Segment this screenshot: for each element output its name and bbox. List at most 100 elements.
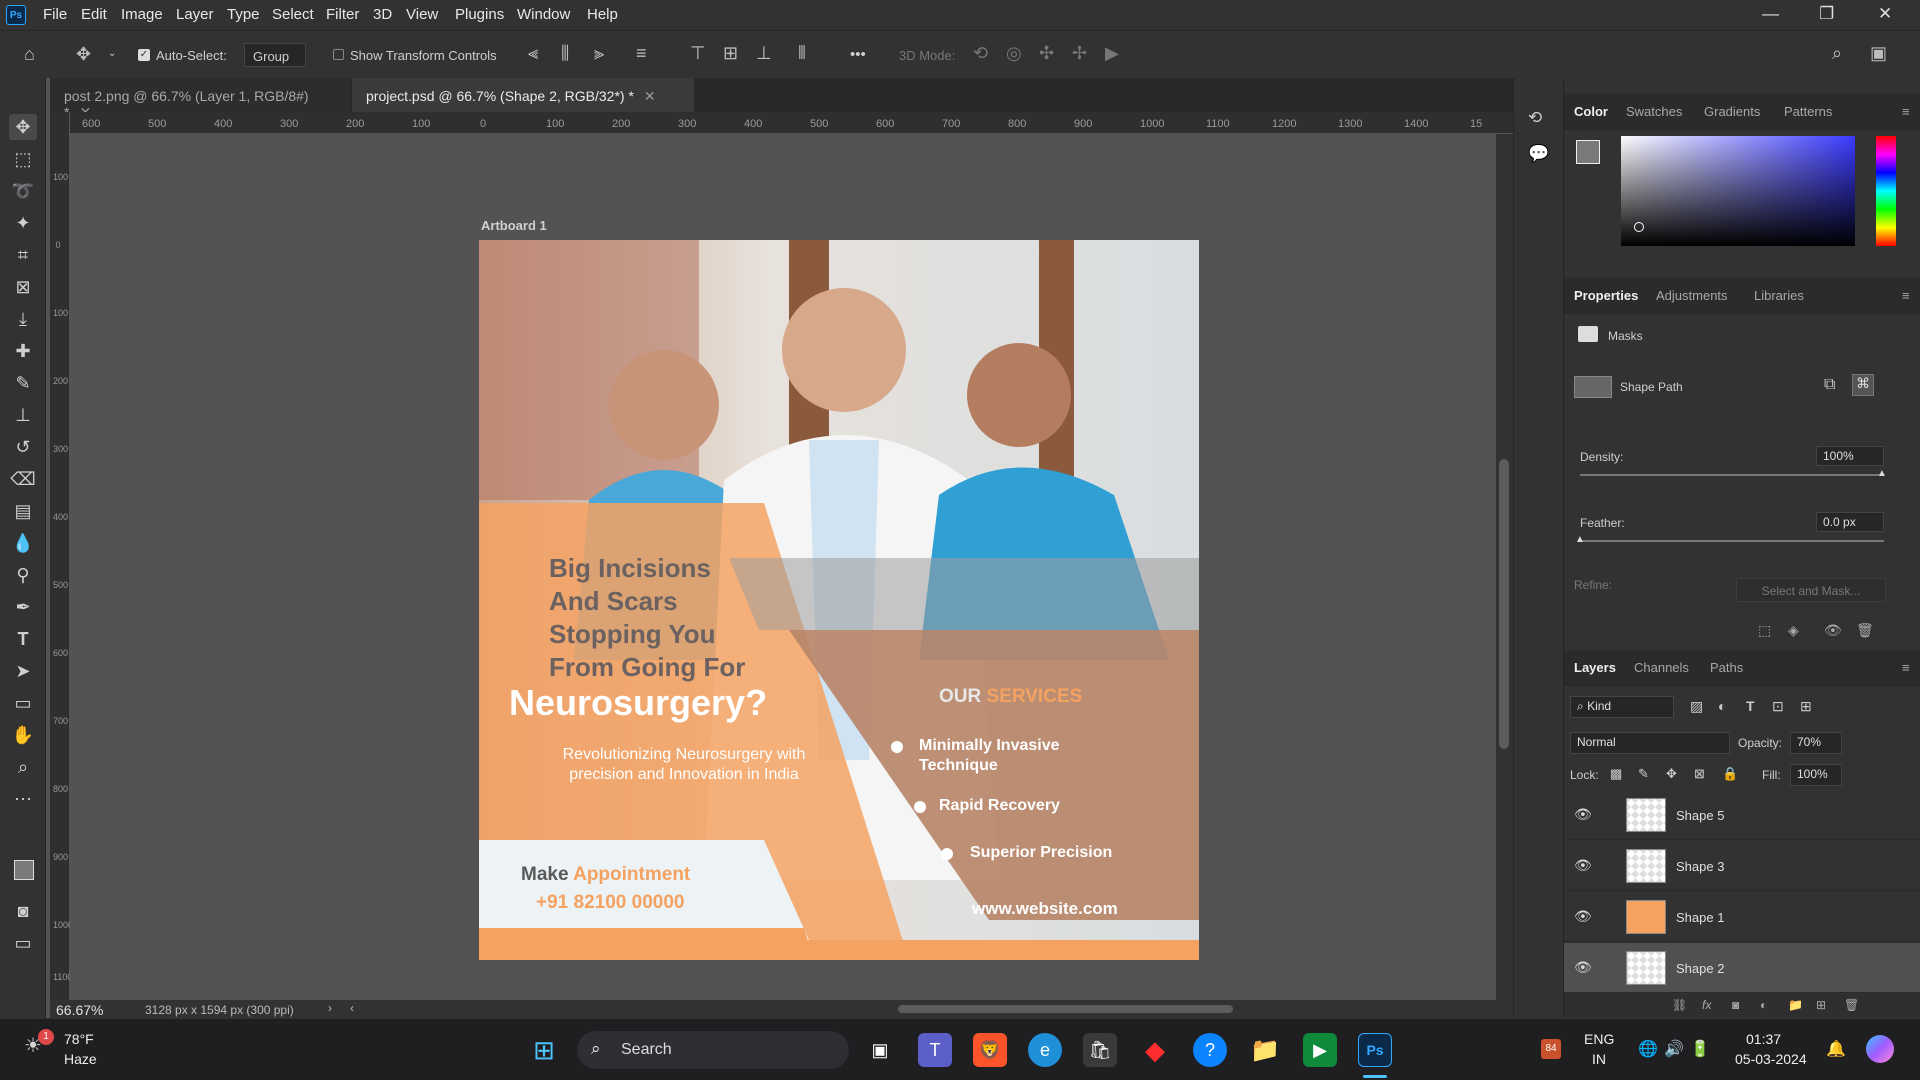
lock-all-icon[interactable]: 🔒 [1722,766,1738,782]
apply-mask-icon[interactable]: ◈ [1788,622,1799,639]
minimize-button[interactable]: — [1762,4,1779,24]
anydesk-icon[interactable]: ◆ [1138,1033,1172,1067]
healing-brush-icon[interactable]: ✚ [9,338,37,364]
filter-pixel-icon[interactable]: ▨ [1690,698,1703,715]
panel-menu-icon[interactable]: ≡ [1902,288,1910,303]
fx-icon[interactable]: fx [1702,998,1711,1012]
tab-adjustments[interactable]: Adjustments [1656,288,1728,303]
lang-b[interactable]: IN [1592,1051,1606,1067]
add-mask-icon[interactable]: ⧉ [1824,376,1835,394]
home-icon[interactable]: ⌂ [24,44,35,65]
menu-window[interactable]: Window [517,6,570,23]
artboard[interactable]: Big Incisions And Scars Stopping You Fro… [479,240,1199,960]
frame-tool-icon[interactable]: ⊠ [9,274,37,300]
quick-mask-icon[interactable]: ◙ [9,898,37,924]
eyedropper-icon[interactable]: ⤓ [9,306,37,332]
density-field[interactable]: 100% [1816,446,1884,466]
menu-layer[interactable]: Layer [176,6,214,23]
menu-file[interactable]: File [43,6,67,23]
group-icon[interactable]: 📁 [1788,998,1803,1012]
tab-paths[interactable]: Paths [1710,660,1743,675]
density-slider[interactable] [1580,474,1884,476]
shape-path-thumb[interactable] [1574,376,1612,398]
rectangle-tool-icon[interactable]: ▭ [9,690,37,716]
scroll-thumb[interactable] [1499,459,1509,749]
tab-project[interactable]: project.psd @ 66.7% (Shape 2, RGB/32*) *… [352,78,694,112]
help-icon[interactable]: ? [1193,1033,1227,1067]
history-brush-icon[interactable]: ↺ [9,434,37,460]
move-tool-icon[interactable]: ✥ [9,114,37,140]
menu-filter[interactable]: Filter [326,6,359,23]
trash-icon[interactable]: 🗑 [1844,998,1859,1012]
filter-shape-icon[interactable]: ⊡ [1772,698,1784,715]
lock-transparent-icon[interactable]: ▩ [1610,766,1622,782]
distribute-vertical-icon[interactable]: ⦀ [798,43,806,64]
panel-menu-icon[interactable]: ≡ [1902,660,1910,675]
menu-select[interactable]: Select [272,6,314,23]
clock-date[interactable]: 05-03-2024 [1735,1051,1807,1067]
chevron-down-icon[interactable]: ⌄ [108,48,116,59]
auto-select-checkbox[interactable]: ✓ [138,49,150,61]
layer-name[interactable]: Shape 1 [1676,910,1724,925]
crop-tool-icon[interactable]: ⌗ [9,242,37,268]
load-selection-icon[interactable]: ⬚ [1758,622,1771,639]
menu-3d[interactable]: 3D [373,6,392,23]
weather-desc[interactable]: Haze [64,1051,97,1067]
lasso-tool-icon[interactable]: ➰ [9,178,37,204]
layer-row-selected[interactable]: 👁 Shape 2 [1564,943,1920,993]
color-field[interactable] [1621,136,1855,246]
opacity-field[interactable]: 70% [1790,732,1842,754]
visibility-icon[interactable]: 👁 [1574,806,1592,823]
menu-help[interactable]: Help [587,6,618,23]
dodge-tool-icon[interactable]: ⚲ [9,562,37,588]
file-explorer-icon[interactable]: 📁 [1248,1033,1282,1067]
teams-icon[interactable]: T [918,1033,952,1067]
blend-mode-dropdown[interactable]: Normal [1570,732,1730,754]
gradient-tool-icon[interactable]: ▤ [9,498,37,524]
link-layers-icon[interactable]: ⛓ [1672,998,1687,1012]
vector-mask-icon[interactable]: ⌘ [1852,374,1874,396]
auto-select-target-dropdown[interactable]: Group [244,43,306,67]
blur-tool-icon[interactable]: 💧 [9,530,37,556]
store-icon[interactable]: 🛍 [1083,1033,1117,1067]
notification-bell-icon[interactable]: 🔔 [1826,1039,1846,1059]
tray-app-icon[interactable]: 84 [1541,1039,1561,1059]
artboard-label[interactable]: Artboard 1 [481,218,547,233]
volume-icon[interactable]: 🔊 [1664,1039,1684,1059]
fg-swatch[interactable] [1576,140,1600,164]
tab-post2[interactable]: post 2.png @ 66.7% (Layer 1, RGB/8#) *✕ [50,78,350,120]
hue-slider[interactable] [1876,136,1896,246]
horizontal-scrollbar[interactable] [898,1005,1233,1013]
foreground-color-swatch[interactable] [14,860,34,880]
close-icon[interactable]: ✕ [644,88,656,104]
panel-menu-icon[interactable]: ≡ [1902,104,1910,119]
history-icon[interactable]: ⟲ [1528,108,1542,128]
type-tool-icon[interactable]: T [9,626,37,652]
layer-name[interactable]: Shape 3 [1676,859,1724,874]
menu-edit[interactable]: Edit [81,6,107,23]
layer-row[interactable]: 👁 Shape 1 [1564,892,1920,942]
visibility-icon[interactable]: 👁 [1574,959,1592,976]
align-left-icon[interactable]: ⫷ [528,43,538,64]
lang-a[interactable]: ENG [1584,1031,1614,1047]
network-icon[interactable]: 🌐 [1638,1039,1658,1059]
tab-swatches[interactable]: Swatches [1626,104,1682,119]
hand-tool-icon[interactable]: ✋ [9,722,37,748]
tab-layers[interactable]: Layers [1574,660,1616,675]
magic-wand-icon[interactable]: ✦ [9,210,37,236]
filter-smart-object-icon[interactable]: ⊞ [1800,698,1812,715]
more-options-button[interactable]: ••• [850,46,866,63]
tab-libraries[interactable]: Libraries [1754,288,1804,303]
task-view-icon[interactable]: ▣ [863,1033,897,1067]
move-tool-icon[interactable]: ✥ [76,44,91,65]
align-bottom-icon[interactable]: ⊥ [756,43,772,64]
photoshop-taskbar-icon[interactable]: Ps [1358,1033,1392,1067]
tab-gradients[interactable]: Gradients [1704,104,1760,119]
menu-image[interactable]: Image [121,6,163,23]
tab-channels[interactable]: Channels [1634,660,1689,675]
tab-properties[interactable]: Properties [1574,288,1638,303]
density-slider-handle[interactable]: ▲ [1877,468,1887,479]
menu-plugins[interactable]: Plugins [455,6,504,23]
eraser-tool-icon[interactable]: ⌫ [9,466,37,492]
clock-time[interactable]: 01:37 [1746,1031,1781,1047]
